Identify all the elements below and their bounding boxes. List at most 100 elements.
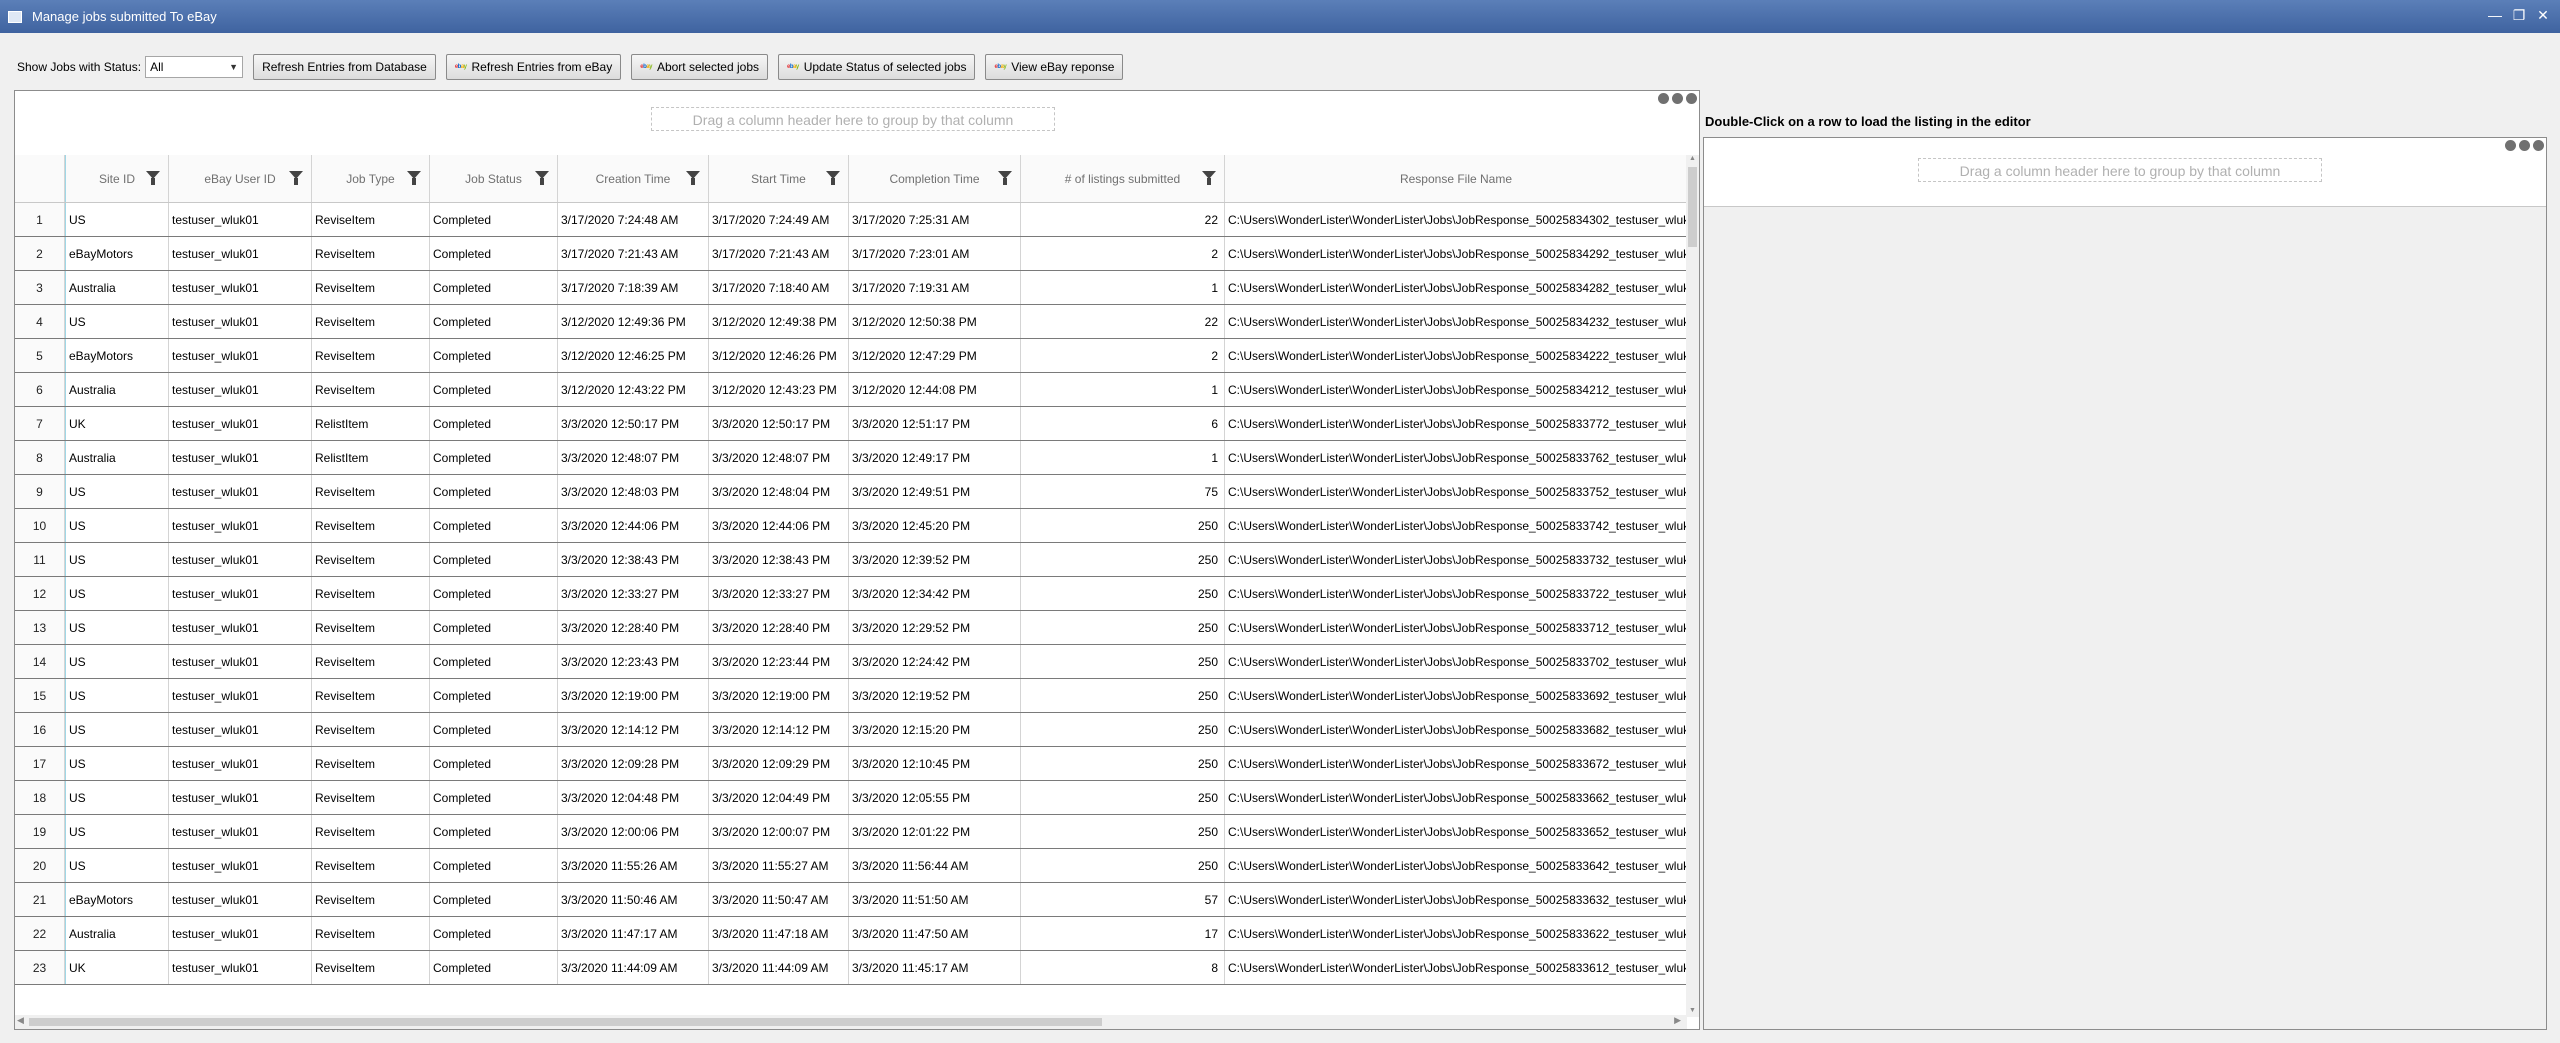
editor-group-panel[interactable]: Drag a column header here to group by th… bbox=[1704, 138, 2546, 207]
scroll-thumb[interactable] bbox=[1688, 167, 1697, 247]
scroll-down-icon[interactable]: ▼ bbox=[1686, 1007, 1699, 1017]
toolbar-button-refresh-entries-from-database[interactable]: Refresh Entries from Database bbox=[253, 54, 436, 80]
column-header-completion-time[interactable]: Completion Time bbox=[849, 155, 1021, 202]
table-row[interactable]: 6 Australia testuser_wluk01 ReviseItem Compl… bbox=[15, 373, 1688, 407]
minimize-button[interactable]: — bbox=[2486, 6, 2504, 24]
status-filter-select[interactable]: All ▼ bbox=[145, 56, 244, 78]
table-row[interactable]: 14 US testuser_wluk01 ReviseItem Completed 3/… bbox=[15, 645, 1688, 679]
filter-icon[interactable] bbox=[998, 171, 1012, 185]
filter-icon[interactable] bbox=[289, 171, 303, 185]
table-cell: 3/3/2020 11:47:17 AM bbox=[558, 917, 709, 950]
table-row[interactable]: 23 UK testuser_wluk01 ReviseItem Completed 3/… bbox=[15, 951, 1688, 985]
table-row[interactable]: 19 US testuser_wluk01 ReviseItem Completed 3/… bbox=[15, 815, 1688, 849]
filter-icon[interactable] bbox=[826, 171, 840, 185]
table-row[interactable]: 21 eBayMotors testuser_wluk01 ReviseItem Com… bbox=[15, 883, 1688, 917]
table-cell: 3/12/2020 12:49:36 PM bbox=[558, 305, 709, 338]
column-header-response-file-name[interactable]: Response File Name bbox=[1225, 155, 1688, 202]
editor-grid: Drag a column header here to group by th… bbox=[1703, 137, 2547, 1030]
column-header-start-time[interactable]: Start Time bbox=[709, 155, 849, 202]
filter-icon[interactable] bbox=[535, 171, 549, 185]
table-cell: 3/3/2020 11:56:44 AM bbox=[849, 849, 1021, 882]
table-row[interactable]: 15 US testuser_wluk01 ReviseItem Completed 3/… bbox=[15, 679, 1688, 713]
row-number: 5 bbox=[15, 339, 65, 372]
filter-icon[interactable] bbox=[146, 171, 160, 185]
horizontal-scrollbar[interactable]: ◀ ▶ bbox=[15, 1015, 1687, 1029]
table-row[interactable]: 17 US testuser_wluk01 ReviseItem Completed 3/… bbox=[15, 747, 1688, 781]
table-row[interactable]: 11 US testuser_wluk01 ReviseItem Completed 3/… bbox=[15, 543, 1688, 577]
table-cell: Australia bbox=[65, 373, 169, 406]
scroll-right-icon[interactable]: ▶ bbox=[1674, 1015, 1681, 1026]
table-cell: 1 bbox=[1021, 373, 1225, 406]
table-cell: ReviseItem bbox=[312, 679, 430, 712]
table-cell: 3/3/2020 12:44:06 PM bbox=[709, 509, 849, 542]
table-cell: 3/3/2020 11:50:47 AM bbox=[709, 883, 849, 916]
table-cell: Completed bbox=[430, 475, 558, 508]
table-cell: 3/12/2020 12:47:29 PM bbox=[849, 339, 1021, 372]
table-cell: testuser_wluk01 bbox=[169, 339, 312, 372]
scroll-thumb[interactable] bbox=[29, 1018, 1102, 1026]
table-cell: 3/3/2020 12:23:44 PM bbox=[709, 645, 849, 678]
table-row[interactable]: 22 Australia testuser_wluk01 ReviseItem Comp… bbox=[15, 917, 1688, 951]
table-cell: 8 bbox=[1021, 951, 1225, 984]
table-cell: ReviseItem bbox=[312, 509, 430, 542]
toolbar-button-view-ebay-reponse[interactable]: ebay View eBay reponse bbox=[985, 54, 1124, 80]
toolbar-button-abort-selected-jobs[interactable]: ebay Abort selected jobs bbox=[631, 54, 768, 80]
table-row[interactable]: 12 US testuser_wluk01 ReviseItem Completed 3/… bbox=[15, 577, 1688, 611]
column-header-label: # of listings submitted bbox=[1064, 171, 1181, 186]
column-header-job-type[interactable]: Job Type bbox=[312, 155, 430, 202]
table-cell: 3/3/2020 12:28:40 PM bbox=[709, 611, 849, 644]
table-row[interactable]: 2 eBayMotors testuser_wluk01 ReviseItem Comp… bbox=[15, 237, 1688, 271]
table-cell: 3/3/2020 12:50:17 PM bbox=[709, 407, 849, 440]
table-cell: 3/12/2020 12:43:22 PM bbox=[558, 373, 709, 406]
table-row[interactable]: 16 US testuser_wluk01 ReviseItem Completed 3/… bbox=[15, 713, 1688, 747]
column-header-creation-time[interactable]: Creation Time bbox=[558, 155, 709, 202]
table-cell: C:\Users\WonderLister\WonderLister\Jobs\… bbox=[1225, 883, 1688, 916]
toolbar-button-refresh-entries-from-ebay[interactable]: ebay Refresh Entries from eBay bbox=[445, 54, 622, 80]
table-row[interactable]: 1 US testuser_wluk01 ReviseItem Completed 3/1… bbox=[15, 203, 1688, 237]
filter-icon[interactable] bbox=[407, 171, 421, 185]
scroll-left-icon[interactable]: ◀ bbox=[17, 1015, 24, 1026]
table-cell: testuser_wluk01 bbox=[169, 441, 312, 474]
table-row[interactable]: 7 UK testuser_wluk01 RelistItem Completed 3/3… bbox=[15, 407, 1688, 441]
table-row[interactable]: 8 Australia testuser_wluk01 RelistItem Compl… bbox=[15, 441, 1688, 475]
table-row[interactable]: 20 US testuser_wluk01 ReviseItem Completed 3/… bbox=[15, 849, 1688, 883]
table-cell: 2 bbox=[1021, 339, 1225, 372]
table-row[interactable]: 13 US testuser_wluk01 ReviseItem Completed 3/… bbox=[15, 611, 1688, 645]
table-row[interactable]: 4 US testuser_wluk01 ReviseItem Completed 3/1… bbox=[15, 305, 1688, 339]
close-button[interactable]: ✕ bbox=[2534, 6, 2552, 24]
scroll-up-icon[interactable]: ▲ bbox=[1686, 155, 1699, 165]
column-header-site-id[interactable]: Site ID bbox=[65, 155, 169, 202]
table-cell: 3/3/2020 12:38:43 PM bbox=[709, 543, 849, 576]
row-number: 2 bbox=[15, 237, 65, 270]
vertical-scrollbar[interactable]: ▲ ▼ bbox=[1686, 155, 1699, 1017]
filter-icon[interactable] bbox=[686, 171, 700, 185]
group-panel[interactable]: Drag a column header here to group by th… bbox=[15, 91, 1699, 156]
table-row[interactable]: 18 US testuser_wluk01 ReviseItem Completed 3/… bbox=[15, 781, 1688, 815]
row-number: 21 bbox=[15, 883, 65, 916]
grid-options-menu[interactable] bbox=[2505, 140, 2544, 151]
table-row[interactable]: 10 US testuser_wluk01 ReviseItem Completed 3/… bbox=[15, 509, 1688, 543]
row-number: 20 bbox=[15, 849, 65, 882]
table-cell: Completed bbox=[430, 339, 558, 372]
table-row[interactable]: 9 US testuser_wluk01 ReviseItem Completed 3/3… bbox=[15, 475, 1688, 509]
table-cell: 3/3/2020 12:15:20 PM bbox=[849, 713, 1021, 746]
table-cell: eBayMotors bbox=[65, 339, 169, 372]
table-cell: US bbox=[65, 475, 169, 508]
column-header-ebay-user-id[interactable]: eBay User ID bbox=[169, 155, 312, 202]
table-cell: Completed bbox=[430, 747, 558, 780]
table-cell: Completed bbox=[430, 543, 558, 576]
table-cell: 3/3/2020 11:44:09 AM bbox=[709, 951, 849, 984]
column-header-of-listings-submitted[interactable]: # of listings submitted bbox=[1021, 155, 1225, 202]
column-header-job-status[interactable]: Job Status bbox=[430, 155, 558, 202]
table-row[interactable]: 5 eBayMotors testuser_wluk01 ReviseItem Comp… bbox=[15, 339, 1688, 373]
dot-icon bbox=[2533, 140, 2544, 151]
table-cell: ReviseItem bbox=[312, 815, 430, 848]
table-cell: 3/3/2020 12:14:12 PM bbox=[709, 713, 849, 746]
grid-options-menu[interactable] bbox=[1658, 93, 1697, 104]
filter-icon[interactable] bbox=[1202, 171, 1216, 185]
table-row[interactable]: 3 Australia testuser_wluk01 ReviseItem Compl… bbox=[15, 271, 1688, 305]
row-number: 13 bbox=[15, 611, 65, 644]
maximize-button[interactable]: ❐ bbox=[2510, 6, 2528, 24]
button-label: View eBay reponse bbox=[1011, 60, 1115, 74]
toolbar-button-update-status-of-selected-jobs[interactable]: ebay Update Status of selected jobs bbox=[778, 54, 976, 80]
